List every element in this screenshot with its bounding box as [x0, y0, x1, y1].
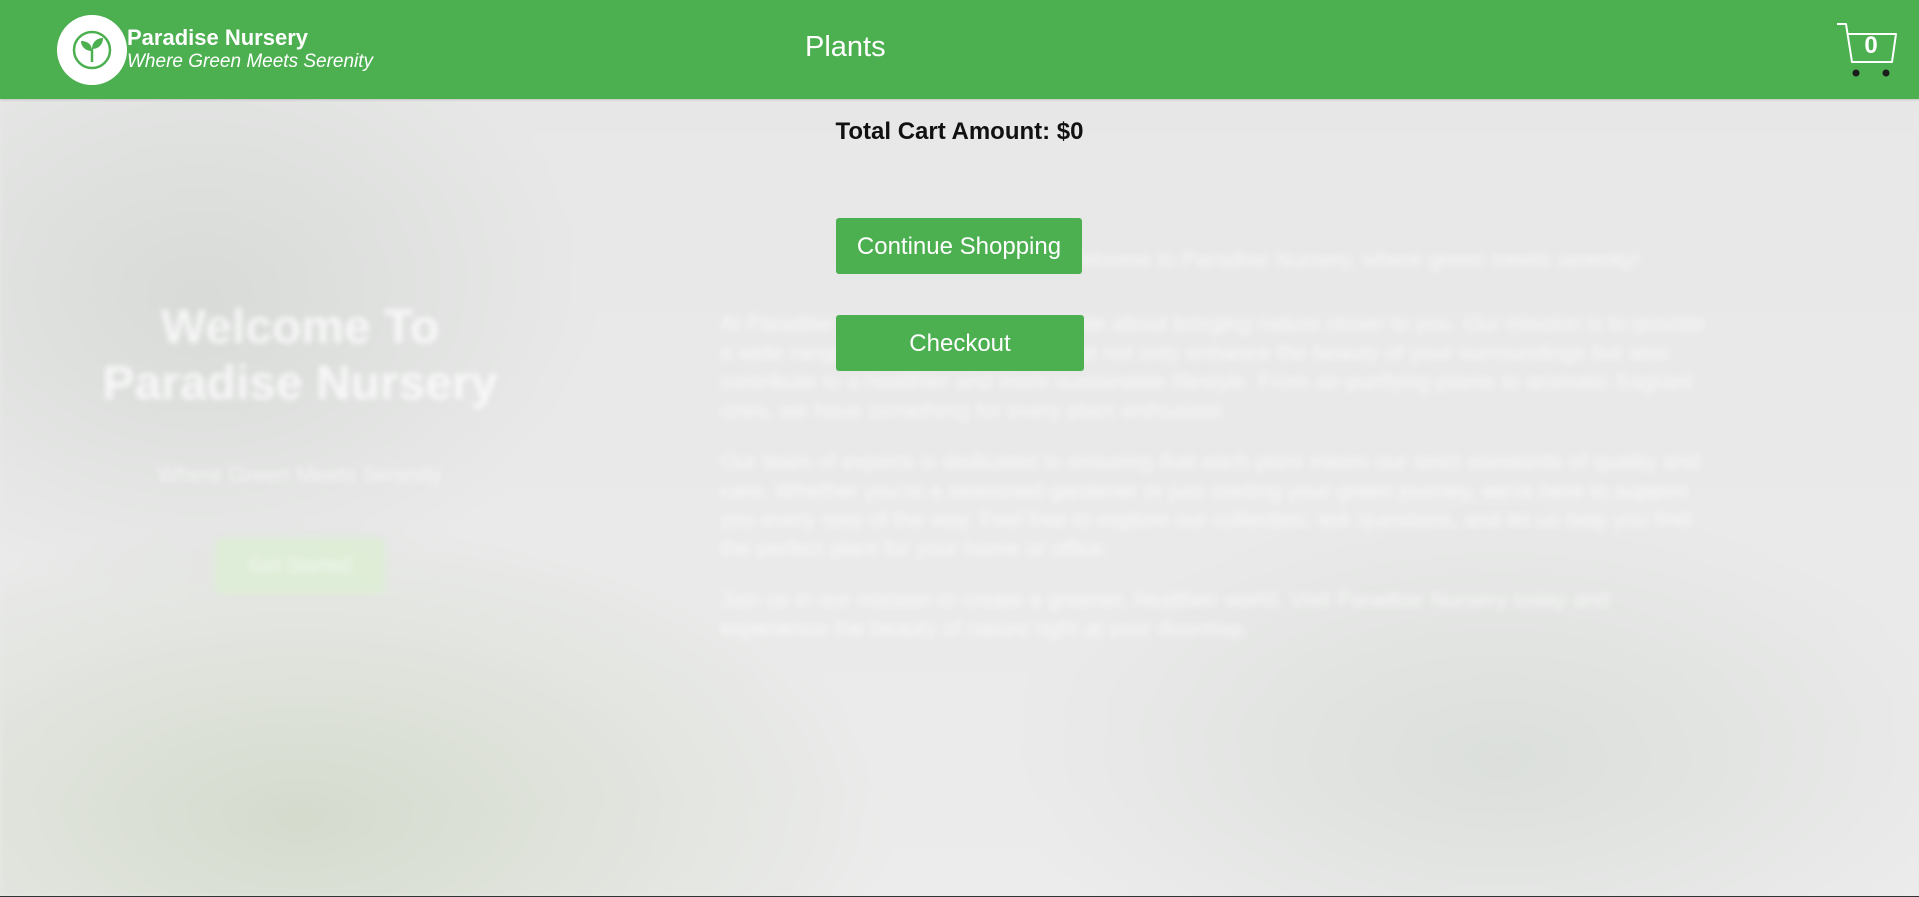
- background-welcome-heading: Welcome To Paradise Nursery: [102, 301, 498, 410]
- cart-total-amount: Total Cart Amount: $0: [835, 118, 1084, 145]
- continue-shopping-button[interactable]: Continue Shopping: [836, 218, 1082, 274]
- seedling-icon: [72, 30, 112, 70]
- background-paragraph: Join us in our mission to create a green…: [720, 587, 1610, 641]
- background-about-text: Welcome to Paradise Nursery, where green…: [720, 245, 1720, 665]
- background-hero: Welcome To Paradise Nursery Where Green …: [60, 300, 540, 594]
- brand-name: Paradise Nursery: [127, 25, 308, 50]
- logo[interactable]: [57, 15, 127, 85]
- nav-link-plants[interactable]: Plants: [805, 31, 886, 64]
- brand-tagline: Where Green Meets Serenity: [127, 51, 374, 72]
- background-tagline: Where Green Meets Serenity: [157, 462, 443, 487]
- background-get-started-button: Get Started: [215, 538, 385, 594]
- cart-button[interactable]: 0: [1836, 20, 1898, 80]
- navbar: Paradise Nursery Where Green Meets Seren…: [0, 0, 1919, 99]
- checkout-button[interactable]: Checkout: [836, 315, 1084, 371]
- cart-count-badge: 0: [1864, 32, 1878, 59]
- brand: Paradise Nursery Where Green Meets Seren…: [127, 25, 373, 73]
- background-paragraph: Our team of experts is dedicated to ensu…: [720, 449, 1700, 561]
- background-get-started-label: Get Started: [248, 555, 352, 577]
